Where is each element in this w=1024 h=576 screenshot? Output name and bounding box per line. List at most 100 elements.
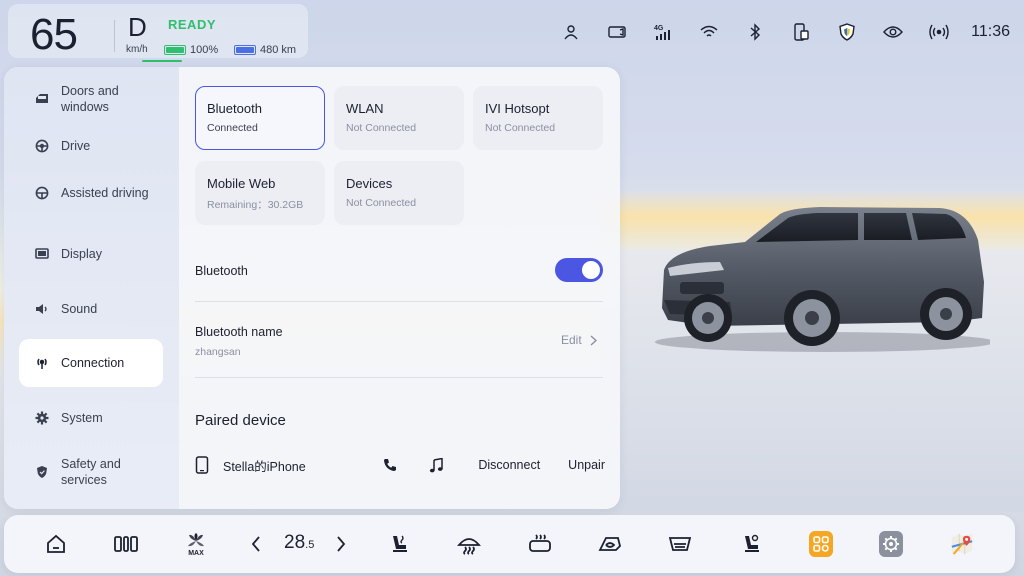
tile-status: Not Connected <box>485 122 556 134</box>
device-name: Stella的iPhone <box>223 459 306 474</box>
air-recirculation-icon[interactable] <box>598 532 622 556</box>
battery-indicator: 100% <box>164 44 218 56</box>
shield-icon <box>35 465 49 479</box>
sidebar-item-system[interactable]: System <box>19 394 163 442</box>
phone-projection-icon[interactable] <box>791 22 811 42</box>
hotspot-icon[interactable] <box>929 22 949 42</box>
eye-icon[interactable] <box>883 22 904 42</box>
maps-icon[interactable] <box>950 532 974 556</box>
sidebar-item-label: Connection <box>61 356 125 370</box>
disconnect-button[interactable]: Disconnect <box>478 458 540 472</box>
speed-underline <box>142 60 182 62</box>
battery-percent: 100% <box>190 44 219 56</box>
sidebar-item-label: Drive <box>61 139 91 153</box>
music-icon[interactable] <box>428 457 444 473</box>
sidebar-item-label: System <box>61 411 103 425</box>
sidebar-item-safety-and-services[interactable]: Safety and services <box>19 448 163 496</box>
paired-device-title: Paired device <box>195 412 286 429</box>
connection-icon <box>35 356 49 370</box>
settings-app-tile <box>879 531 903 557</box>
speed-unit: km/h <box>126 44 148 55</box>
call-icon[interactable] <box>382 458 398 472</box>
gear-indicator: D <box>128 12 147 42</box>
tile-ivi-hotspot[interactable]: IVI Hotsopt Not Connected <box>473 86 603 150</box>
split-view-icon[interactable] <box>114 532 138 556</box>
windshield-icon[interactable] <box>668 532 692 556</box>
speaker-icon <box>35 302 49 316</box>
sidebar-item-connection[interactable]: Connection <box>19 339 163 387</box>
sidebar-item-label: Sound <box>61 302 98 316</box>
tile-status: Not Connected <box>346 122 417 134</box>
range-indicator: 480 km <box>234 44 296 56</box>
divider <box>114 20 115 52</box>
edit-name-button[interactable]: Edit <box>561 333 597 347</box>
edit-label: Edit <box>561 333 582 347</box>
range-value: 480 km <box>260 44 297 56</box>
tile-status: Not Connected <box>346 197 417 209</box>
ready-indicator: READY <box>168 17 217 32</box>
svg-text:4G: 4G <box>654 25 664 32</box>
tile-status: Remaining：30.2GB <box>207 199 304 211</box>
sidebar-item-label: Assisted driving <box>61 186 149 200</box>
tile-title: IVI Hotsopt <box>485 101 550 116</box>
display-icon <box>35 247 49 261</box>
settings-sidebar: Doors and windows Drive Assisted driving… <box>4 67 179 509</box>
tile-bluetooth[interactable]: Bluetooth Connected <box>195 86 325 150</box>
settings-panel: Doors and windows Drive Assisted driving… <box>4 67 620 509</box>
sidebar-item-label: Doors and windows <box>61 84 119 114</box>
sidebar-item-label: Display <box>61 247 102 261</box>
sidebar-item-doors-and-windows[interactable]: Doors and windows <box>19 75 163 123</box>
battery-icon <box>164 45 186 55</box>
divider <box>195 377 603 378</box>
home-icon[interactable] <box>44 532 68 556</box>
tile-wlan[interactable]: WLAN Not Connected <box>334 86 464 150</box>
tile-title: Devices <box>346 176 393 191</box>
tile-title: Mobile Web <box>207 176 276 191</box>
front-defrost-icon[interactable] <box>457 532 481 556</box>
background-scene <box>600 0 1024 512</box>
speed-card: 65 D READY km/h 100% 480 km <box>8 4 308 62</box>
tile-title: WLAN <box>346 101 384 116</box>
steering-wheel-icon <box>35 139 49 153</box>
temp-down-icon[interactable] <box>244 532 268 556</box>
seat-ventilation-icon[interactable] <box>739 532 763 556</box>
temperature-decimal: .5 <box>305 539 315 551</box>
tile-devices[interactable]: Devices Not Connected <box>334 161 464 225</box>
status-bar: 65 D READY km/h 100% 480 km 4G 11:36 <box>0 0 1024 64</box>
sidebar-item-drive[interactable]: Drive <box>19 122 163 170</box>
sidebar-item-display[interactable]: Display <box>19 230 163 278</box>
phone-icon <box>195 456 209 474</box>
divider <box>195 301 603 302</box>
chevron-right-icon <box>590 334 597 346</box>
bottom-dock: MAX 28.5 <box>4 515 1015 573</box>
wifi-icon[interactable] <box>699 22 719 42</box>
tile-title: Bluetooth <box>207 101 262 116</box>
shield-icon[interactable] <box>837 22 857 42</box>
temperature-main: 28 <box>284 532 306 553</box>
temp-up-icon[interactable] <box>329 532 353 556</box>
tile-mobile-web[interactable]: Mobile Web Remaining：30.2GB <box>195 161 325 225</box>
bluetooth-name-label: Bluetooth name <box>195 325 283 339</box>
gear-icon <box>35 411 49 425</box>
apps-tile <box>809 531 833 557</box>
connection-content: Bluetooth Connected WLAN Not Connected I… <box>179 67 620 509</box>
bluetooth-icon[interactable] <box>745 22 765 42</box>
temperature-display: 28.5 <box>284 532 314 554</box>
user-icon[interactable] <box>561 22 581 42</box>
bluetooth-name-value: zhangsan <box>195 346 241 358</box>
dashcam-icon[interactable] <box>607 22 627 42</box>
paired-device-row: Stella的iPhone Disconnect Unpair <box>195 455 605 475</box>
seat-heat-icon[interactable] <box>387 532 411 556</box>
car-image <box>655 207 990 352</box>
unpair-button[interactable]: Unpair <box>568 458 605 472</box>
bluetooth-toggle-label: Bluetooth <box>195 264 248 278</box>
apps-icon[interactable] <box>809 531 833 557</box>
sidebar-item-sound[interactable]: Sound <box>19 285 163 333</box>
fan-max-icon[interactable]: MAX <box>184 532 208 556</box>
bluetooth-toggle[interactable] <box>555 258 603 282</box>
sidebar-item-assisted-driving[interactable]: Assisted driving <box>19 169 163 217</box>
status-icons: 4G 11:36 <box>535 22 1010 42</box>
speed-value: 65 <box>30 10 78 59</box>
rear-defrost-icon[interactable] <box>528 532 552 556</box>
settings-app-icon[interactable] <box>879 531 903 557</box>
